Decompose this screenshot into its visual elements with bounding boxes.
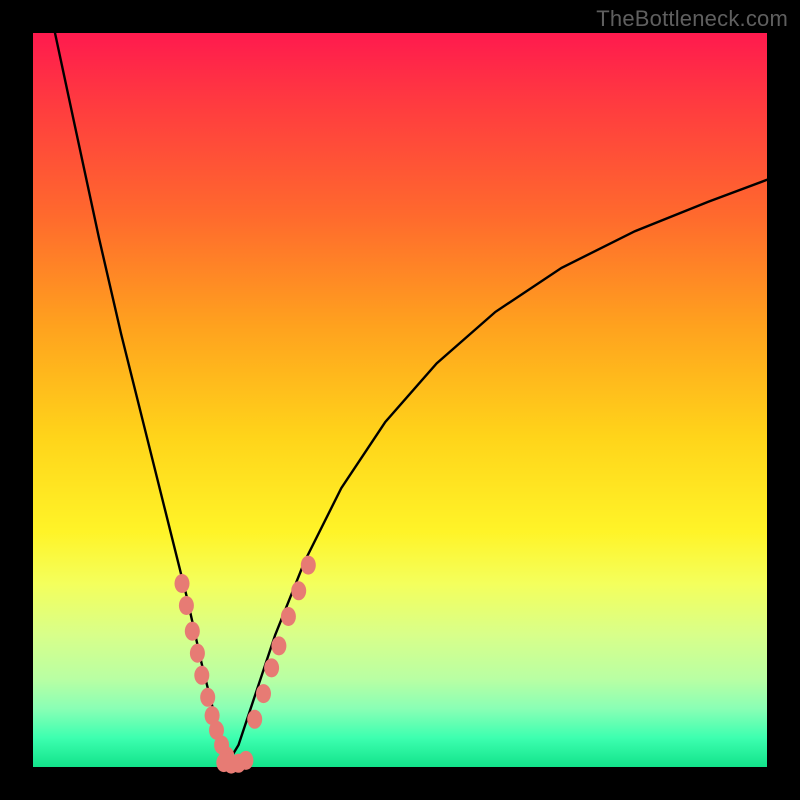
data-dot <box>175 574 190 593</box>
brand-watermark: TheBottleneck.com <box>596 6 788 32</box>
data-dot <box>301 556 316 575</box>
curve-layer <box>33 33 767 767</box>
data-dots <box>175 556 316 774</box>
data-dot <box>247 710 262 729</box>
data-dot <box>200 688 215 707</box>
chart-frame: TheBottleneck.com <box>0 0 800 800</box>
data-dot <box>179 596 194 615</box>
data-dot <box>256 684 271 703</box>
data-dot <box>185 622 200 641</box>
data-dot <box>194 666 209 685</box>
data-dot <box>281 607 296 626</box>
data-dot <box>190 644 205 663</box>
bottleneck-curve <box>55 33 767 763</box>
data-dot <box>291 581 306 600</box>
data-dot <box>238 751 253 770</box>
data-dot <box>271 636 286 655</box>
data-dot <box>264 658 279 677</box>
